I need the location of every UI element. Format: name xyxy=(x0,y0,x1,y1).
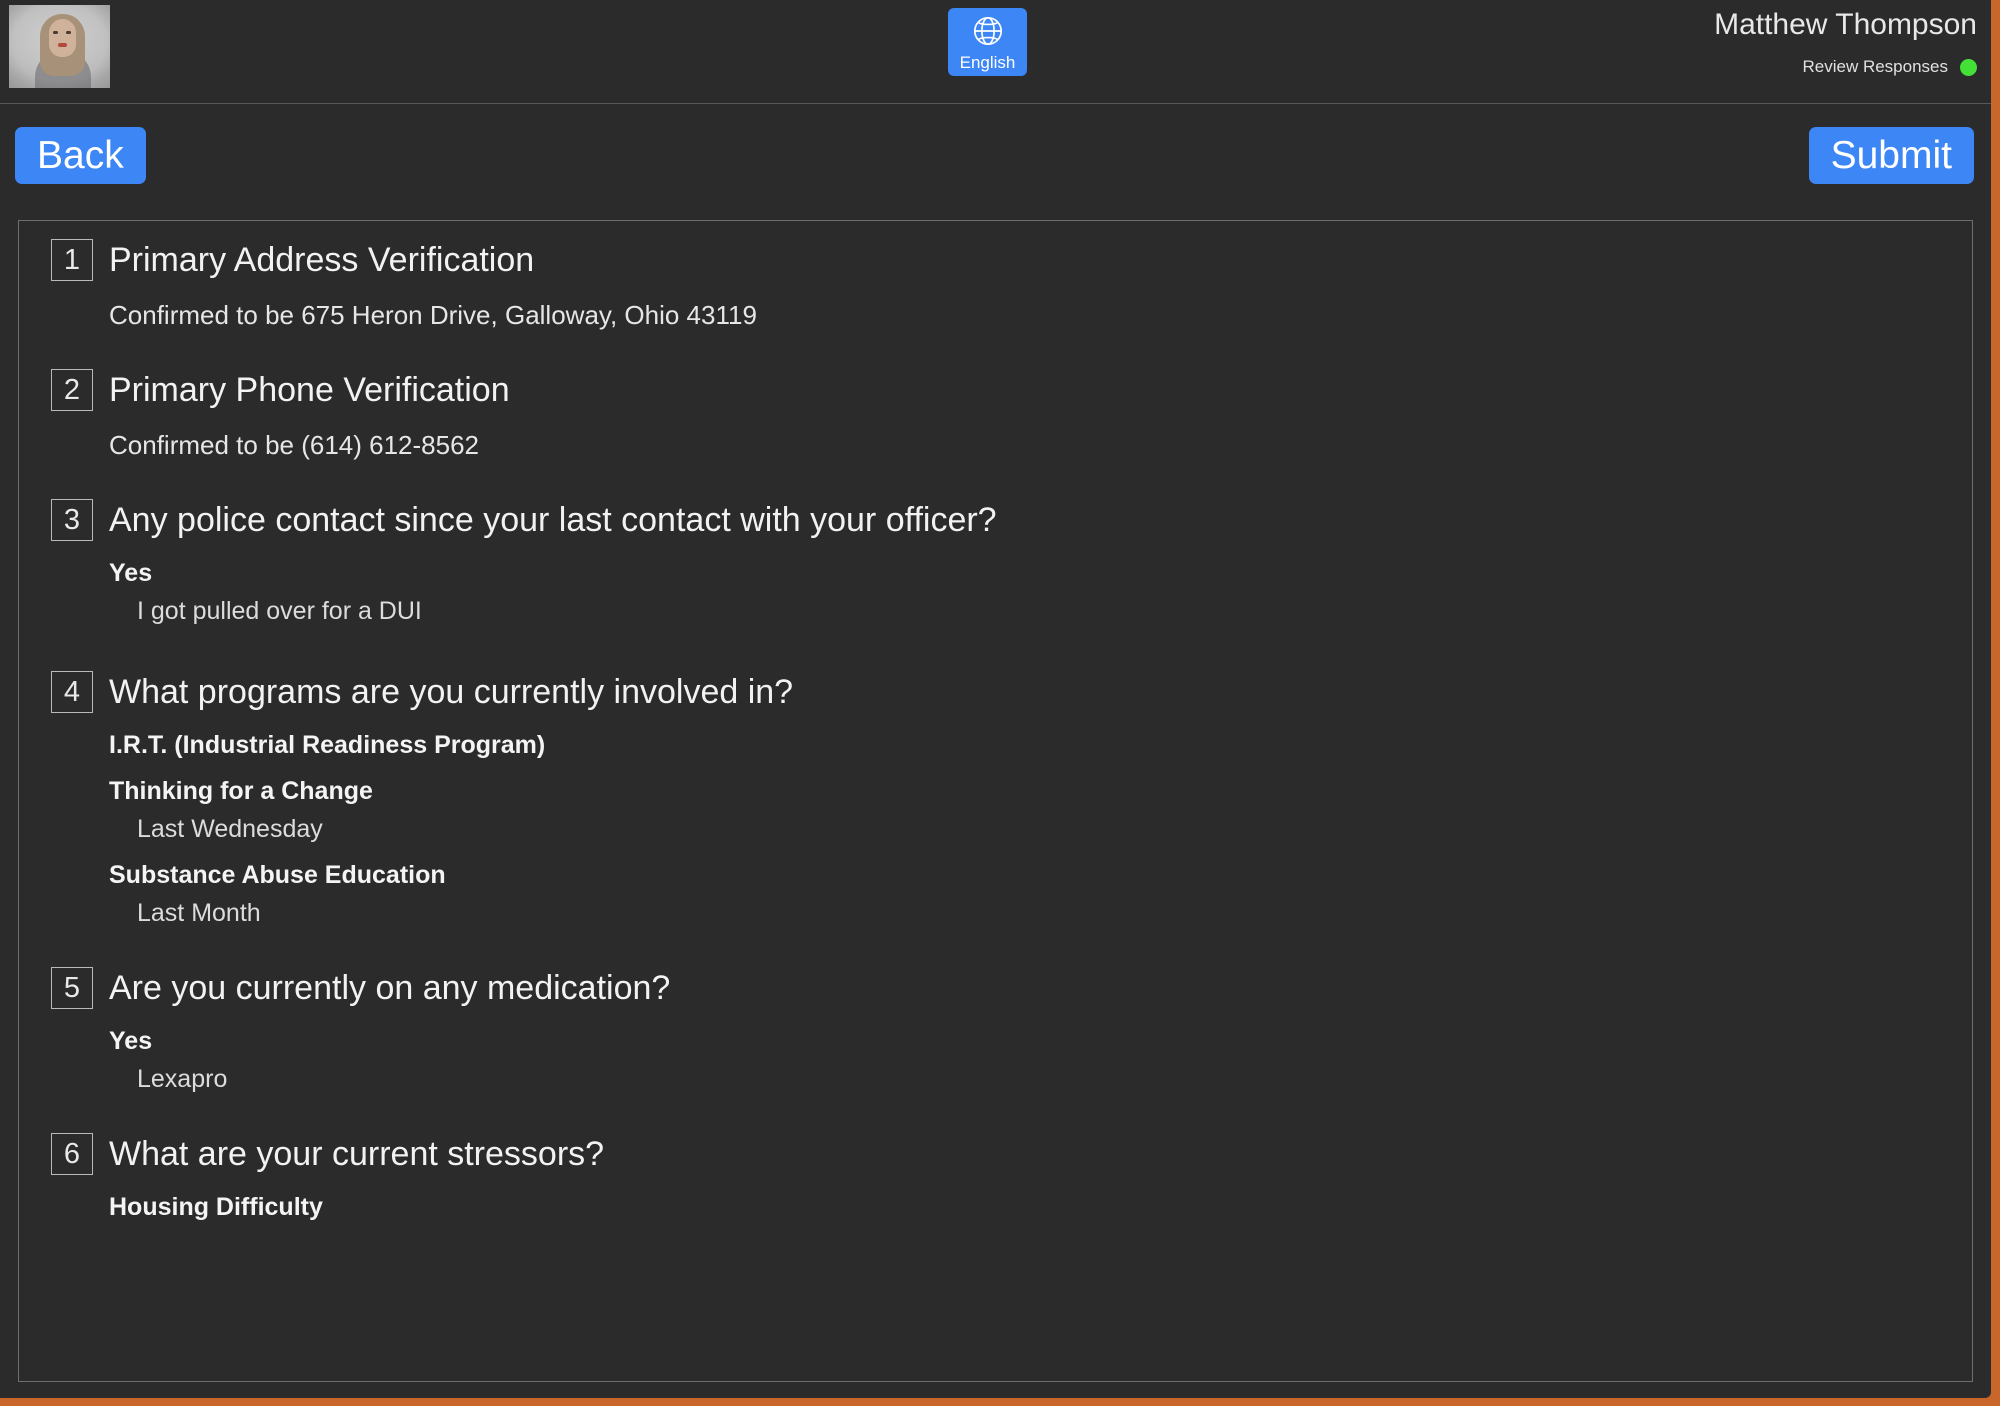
question-header: 4 What programs are you currently involve… xyxy=(19,671,1972,713)
review-status-label: Review Responses xyxy=(1802,57,1948,76)
app-header: English Matthew Thompson Review Response… xyxy=(0,0,1991,104)
answer-label: Thinking for a Change xyxy=(109,777,373,805)
review-status[interactable]: Review Responses xyxy=(1802,56,1977,78)
answer-group: Housing Difficulty xyxy=(19,1191,1972,1223)
answer-label: Yes xyxy=(109,559,153,587)
participant-video-feed[interactable] xyxy=(9,5,110,88)
question-title: Primary Phone Verification xyxy=(109,371,510,409)
answer-label: I.R.T. (Industrial Readiness Program) xyxy=(109,731,546,759)
question-header: 1 Primary Address Verification xyxy=(19,239,1972,281)
question-spacer xyxy=(19,331,1972,369)
answer-label: Substance Abuse Education xyxy=(109,861,446,889)
app-window: English Matthew Thompson Review Response… xyxy=(0,0,1991,1398)
answer-group: Yes Lexapro xyxy=(19,1025,1972,1095)
question-title: What are your current stressors? xyxy=(109,1135,605,1173)
answer-label: Housing Difficulty xyxy=(109,1193,323,1221)
answer-detail: I got pulled over for a DUI xyxy=(137,597,422,625)
action-bar: Back Submit xyxy=(0,104,1991,216)
answer-detail: Last Wednesday xyxy=(137,815,323,843)
question-title: Any police contact since your last conta… xyxy=(109,501,997,539)
question-spacer xyxy=(19,627,1972,671)
question-spacer xyxy=(19,461,1972,499)
question-answer-text: Confirmed to be 675 Heron Drive, Gallowa… xyxy=(109,300,757,330)
answer-detail: Last Month xyxy=(137,899,261,927)
user-name: Matthew Thompson xyxy=(1714,8,1977,41)
question-block: 1 Primary Address Verification Confirmed t… xyxy=(19,239,1972,331)
question-number-badge: 3 xyxy=(51,499,93,541)
question-title: Are you currently on any medication? xyxy=(109,969,671,1007)
submit-button[interactable]: Submit xyxy=(1808,127,1974,184)
question-spacer xyxy=(19,929,1972,967)
responses-list[interactable]: 1 Primary Address Verification Confirmed t… xyxy=(19,221,1972,1381)
answer-detail: Lexapro xyxy=(137,1065,228,1093)
globe-icon xyxy=(970,13,1006,52)
question-answer-text: Confirmed to be (614) 612-8562 xyxy=(109,430,480,460)
answer-group: Substance Abuse Education Last Month xyxy=(19,859,1972,929)
question-block: 4 What programs are you currently involve… xyxy=(19,671,1972,929)
question-title: What programs are you currently involved… xyxy=(109,673,794,711)
back-button[interactable]: Back xyxy=(15,127,146,184)
question-block: 5 Are you currently on any medication? Yes… xyxy=(19,967,1972,1095)
question-header: 2 Primary Phone Verification xyxy=(19,369,1972,411)
question-number-badge: 5 xyxy=(51,967,93,1009)
question-number-badge: 6 xyxy=(51,1133,93,1175)
status-dot-icon xyxy=(1960,58,1977,76)
answer-group: I.R.T. (Industrial Readiness Program) xyxy=(19,729,1972,761)
question-title: Primary Address Verification xyxy=(109,241,535,279)
responses-panel: 1 Primary Address Verification Confirmed t… xyxy=(18,220,1973,1382)
question-block: 6 What are your current stressors? Housing… xyxy=(19,1133,1972,1223)
question-header: 6 What are your current stressors? xyxy=(19,1133,1972,1175)
answer-label: Yes xyxy=(109,1027,153,1055)
question-block: 2 Primary Phone Verification Confirmed to … xyxy=(19,369,1972,461)
question-number-badge: 1 xyxy=(51,239,93,281)
question-header: 5 Are you currently on any medication? xyxy=(19,967,1972,1009)
answer-group: Yes I got pulled over for a DUI xyxy=(19,557,1972,627)
question-spacer xyxy=(19,1095,1972,1133)
language-selector-button[interactable]: English xyxy=(948,8,1027,76)
answer-group: Thinking for a Change Last Wednesday xyxy=(19,775,1972,845)
question-header: 3 Any police contact since your last cont… xyxy=(19,499,1972,541)
language-label: English xyxy=(959,52,1016,72)
question-block: 3 Any police contact since your last cont… xyxy=(19,499,1972,627)
question-number-badge: 4 xyxy=(51,671,93,713)
question-number-badge: 2 xyxy=(51,369,93,411)
video-vignette xyxy=(9,5,110,88)
